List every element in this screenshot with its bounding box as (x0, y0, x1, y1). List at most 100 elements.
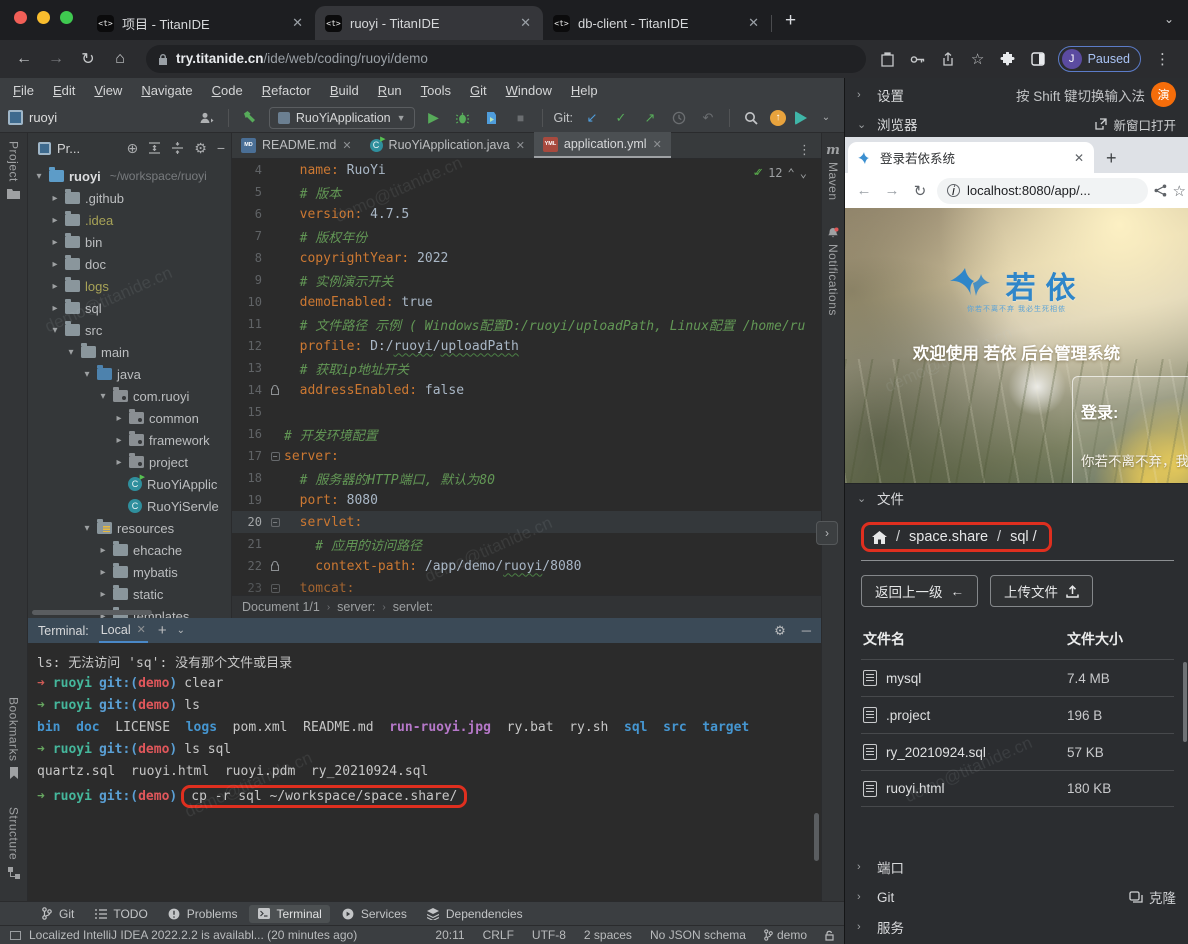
new-tab-button[interactable]: + (771, 10, 810, 40)
terminal-scrollbar[interactable] (814, 813, 819, 861)
toolwindow-dependencies[interactable]: Dependencies (419, 905, 531, 923)
embedded-share-icon[interactable] (1154, 184, 1167, 197)
breadcrumb-servlet[interactable]: servlet: (393, 600, 433, 614)
close-tab-icon[interactable]: ✕ (653, 138, 662, 151)
browser-tab-project[interactable]: <t> 项目 - TitanIDE ✕ (87, 6, 315, 40)
terminal-dropdown-chevron-icon[interactable]: ⌄ (177, 625, 185, 636)
back-button[interactable]: ← (10, 45, 38, 73)
zoom-window-button[interactable] (60, 11, 73, 24)
open-new-window-button[interactable]: 新窗口打开 (1095, 115, 1176, 134)
bookmark-star-icon[interactable]: ☆ (968, 49, 988, 69)
tree-row-root[interactable]: ▾ruoyi~/workspace/ruoyi (28, 165, 231, 187)
panel-scrollbar[interactable] (1183, 662, 1187, 742)
section-browser[interactable]: ⌄浏览器 新窗口打开 (845, 111, 1188, 137)
expand-all-icon[interactable] (148, 142, 161, 154)
tree-row[interactable]: ▸.github (28, 187, 231, 209)
project-panel-title[interactable]: Pr... (57, 141, 80, 156)
unlocked-icon[interactable] (825, 930, 834, 941)
tree-row[interactable]: ▾com.ruoyi (28, 385, 231, 407)
embedded-address-bar[interactable]: i localhost:8080/app/... (937, 178, 1148, 204)
line-separator[interactable]: CRLF (483, 928, 514, 942)
section-settings[interactable]: ›设置 按 Shift 键切换输入法 演 (845, 78, 1188, 111)
upload-file-button[interactable]: 上传文件 (990, 575, 1093, 607)
json-schema[interactable]: No JSON schema (650, 928, 746, 942)
debug-button[interactable] (453, 108, 473, 128)
gutter-fold-icon[interactable]: − (266, 584, 284, 593)
terminal-output[interactable]: ls: 无法访问 'sq': 没有那个文件或目录 ➜ruoyigit:(demo… (28, 643, 821, 901)
menu-edit[interactable]: Edit (53, 83, 75, 98)
breadcrumb-server[interactable]: server: (337, 600, 375, 614)
close-tab-icon[interactable]: ✕ (516, 139, 525, 152)
git-push-icon[interactable]: ↗ (640, 108, 660, 128)
editor-tab-readme[interactable]: MD README.md✕ (232, 132, 361, 158)
clipboard-icon[interactable] (878, 49, 898, 69)
sidebar-panel-icon[interactable] (1028, 49, 1048, 69)
menu-build[interactable]: Build (330, 83, 359, 98)
close-tab-icon[interactable]: ✕ (290, 15, 305, 31)
tree-row[interactable]: ▸project (28, 451, 231, 473)
browser-tab-ruoyi[interactable]: <t> ruoyi - TitanIDE ✕ (315, 6, 543, 40)
editor-tabs-kebab-icon[interactable]: ⋮ (788, 142, 821, 158)
collapse-all-icon[interactable] (171, 142, 184, 154)
git-branch-widget[interactable]: demo (764, 928, 807, 942)
menu-refactor[interactable]: Refactor (262, 83, 311, 98)
browser-tab-db-client[interactable]: <t> db-client - TitanIDE ✕ (543, 6, 771, 40)
embedded-reload-button[interactable]: ↻ (909, 182, 931, 200)
section-services[interactable]: ›服务 (845, 912, 1188, 942)
password-key-icon[interactable] (908, 49, 928, 69)
update-available-icon[interactable]: ↑ (770, 110, 786, 126)
demo-badge[interactable]: 演 (1151, 82, 1176, 107)
close-terminal-tab-icon[interactable]: ✕ (137, 623, 146, 636)
breadcrumb-document[interactable]: Document 1/1 (242, 600, 320, 614)
status-message[interactable]: Localized IntelliJ IDEA 2022.2.2 is avai… (29, 928, 357, 942)
tree-row[interactable]: ▸static (28, 583, 231, 605)
forward-button[interactable]: → (42, 45, 70, 73)
address-bar[interactable]: try.titanide.cn/ide/web/coding/ruoyi/dem… (146, 45, 866, 73)
file-breadcrumb-annotated[interactable]: / space.share / sql / (861, 522, 1052, 552)
breadcrumb-space-share[interactable]: space.share (909, 529, 988, 545)
build-hammer-icon[interactable] (240, 108, 260, 128)
home-icon[interactable] (872, 531, 887, 544)
git-commit-check-icon[interactable]: ✓ (611, 108, 631, 128)
hide-panel-icon[interactable]: − (217, 140, 225, 156)
menu-file[interactable]: File (13, 83, 34, 98)
stop-button[interactable]: ■ (511, 108, 531, 128)
run-with-coverage-button[interactable] (482, 108, 502, 128)
tree-row[interactable]: ▸common (28, 407, 231, 429)
embedded-back-button[interactable]: ← (853, 182, 875, 199)
embedded-forward-button[interactable]: → (881, 182, 903, 199)
menu-navigate[interactable]: Navigate (141, 83, 192, 98)
embedded-new-tab-button[interactable]: + (1094, 148, 1129, 173)
new-terminal-icon[interactable]: + (158, 622, 167, 639)
tool-stripe-structure[interactable]: Structure (7, 807, 21, 860)
menu-view[interactable]: View (94, 83, 122, 98)
code-editor[interactable]: ✓✓ 12 ⌃ ⌄ 4 name: RuoYi 5 # 版本 6 version… (232, 159, 821, 595)
gutter-fold-icon[interactable]: − (266, 518, 284, 527)
search-everywhere-icon[interactable] (741, 108, 761, 128)
close-tab-icon[interactable]: ✕ (342, 139, 351, 152)
toolwindow-todo[interactable]: TODO (86, 905, 155, 923)
section-files[interactable]: ⌄文件 (845, 483, 1188, 512)
close-tab-icon[interactable]: ✕ (746, 15, 761, 31)
toolbar-more-chevron-icon[interactable]: ⌄ (816, 108, 836, 128)
editor-tab-ruoyiapplication[interactable]: C RuoYiApplication.java✕ (361, 132, 534, 158)
rollback-icon[interactable]: ↶ (698, 108, 718, 128)
tree-row[interactable]: ▸logs (28, 275, 231, 297)
tree-row[interactable]: ▾resources (28, 517, 231, 539)
code-with-me-icon[interactable] (197, 108, 217, 128)
run-configuration-select[interactable]: RuoYiApplication ▼ (269, 107, 415, 129)
browser-menu-kebab-icon[interactable]: ⋮ (1151, 50, 1174, 68)
home-button[interactable]: ⌂ (106, 45, 134, 73)
menu-git[interactable]: Git (470, 83, 487, 98)
tree-row[interactable]: ▸.idea (28, 209, 231, 231)
horizontal-scrollbar[interactable] (32, 610, 152, 615)
tree-row[interactable]: ▸mybatis (28, 561, 231, 583)
indent-setting[interactable]: 2 spaces (584, 928, 632, 942)
go-up-button[interactable]: 返回上一级← (861, 575, 978, 607)
terminal-settings-gear-icon[interactable]: ⚙ (774, 623, 786, 639)
close-window-button[interactable] (14, 11, 27, 24)
section-git[interactable]: ›Git 克隆 (845, 882, 1188, 912)
tool-stripe-notifications[interactable]: Notifications (826, 244, 840, 316)
caret-position[interactable]: 20:11 (435, 928, 464, 942)
tree-row[interactable]: CRuoYiServle (28, 495, 231, 517)
